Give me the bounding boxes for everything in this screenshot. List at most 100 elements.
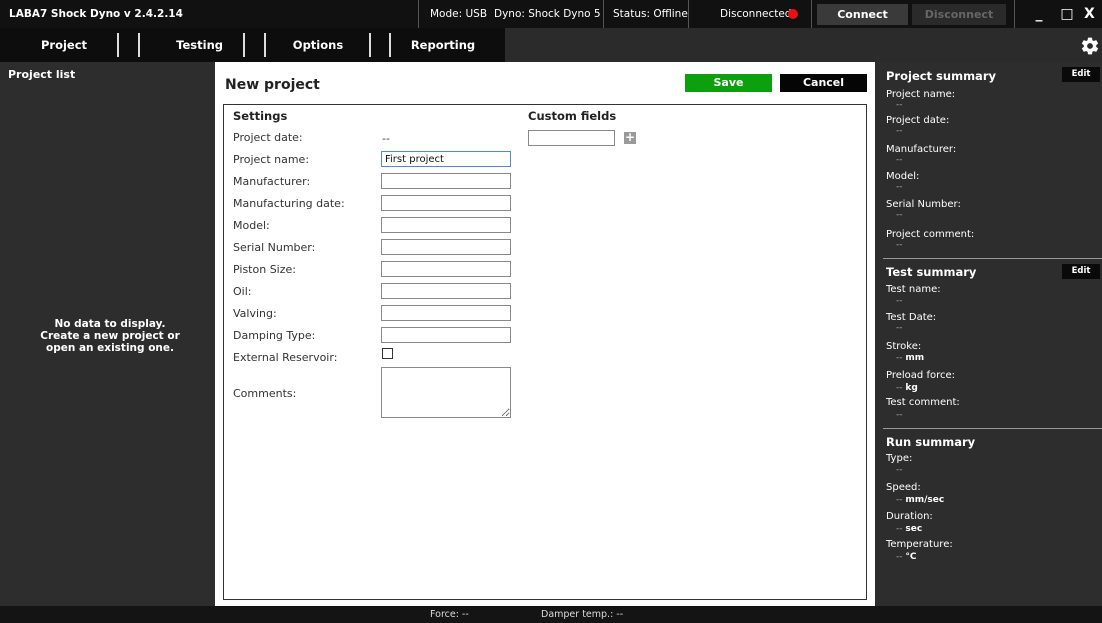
project-date-label: Project date: xyxy=(233,131,303,144)
maximize-button[interactable]: □ xyxy=(1056,2,1078,26)
tab-reporting[interactable]: Reporting xyxy=(393,28,493,62)
gear-icon[interactable] xyxy=(1080,36,1100,56)
summary-temperature-label: Temperature: xyxy=(886,539,953,550)
titlebar-divider xyxy=(418,0,419,28)
duration-value: -- xyxy=(896,524,903,534)
external-reservoir-checkbox[interactable] xyxy=(382,348,393,359)
model-label: Model: xyxy=(233,219,270,232)
damper-temp-readout: Damper temp.: -- xyxy=(541,609,624,620)
force-readout: Force: -- xyxy=(430,609,469,620)
summary-temperature-value: -- °C xyxy=(896,552,916,562)
preload-force-value: -- xyxy=(896,383,903,393)
manufacturing-date-input[interactable] xyxy=(381,195,511,211)
tab-testing[interactable]: Testing xyxy=(143,28,235,62)
temperature-value: -- xyxy=(896,552,903,562)
summary-speed-label: Speed: xyxy=(886,482,921,493)
project-summary-title: Project summary xyxy=(886,69,996,83)
nav-divider xyxy=(369,33,371,57)
external-reservoir-label: External Reservoir: xyxy=(233,351,338,364)
add-field-plus-icon[interactable]: + xyxy=(624,131,636,144)
model-input[interactable] xyxy=(381,217,511,233)
connect-button[interactable]: Connect xyxy=(817,4,908,25)
summary-project-comment-value: -- xyxy=(896,240,903,250)
valving-label: Valving: xyxy=(233,307,277,320)
summary-test-name-label: Test name: xyxy=(886,284,941,295)
run-summary-title: Run summary xyxy=(886,435,976,449)
edit-project-button[interactable]: Edit xyxy=(1062,67,1100,82)
comments-label: Comments: xyxy=(233,387,297,400)
summary-manufacturer-value: -- xyxy=(896,155,903,165)
test-summary-title: Test summary xyxy=(886,265,977,279)
valving-input[interactable] xyxy=(381,305,511,321)
disconnect-button[interactable]: Disconnect xyxy=(912,4,1006,25)
page-title: New project xyxy=(225,77,320,93)
summary-duration-value: -- sec xyxy=(896,524,922,534)
summary-project-comment-label: Project comment: xyxy=(886,229,975,240)
tab-project[interactable]: Project xyxy=(14,28,114,62)
serial-number-label: Serial Number: xyxy=(233,241,316,254)
app-title: LABA7 Shock Dyno v 2.4.2.14 xyxy=(9,8,183,20)
piston-size-label: Piston Size: xyxy=(233,263,296,276)
titlebar-divider xyxy=(688,0,689,28)
manufacturing-date-label: Manufacturing date: xyxy=(233,197,345,210)
preload-force-unit: kg xyxy=(905,383,918,393)
save-button[interactable]: Save xyxy=(685,74,772,92)
speed-unit: mm/sec xyxy=(905,495,945,505)
project-name-label: Project name: xyxy=(233,153,310,166)
nav-bar-filler xyxy=(505,28,1102,62)
summary-duration-label: Duration: xyxy=(886,511,933,522)
title-bar: LABA7 Shock Dyno v 2.4.2.14 Mode: USB Dy… xyxy=(0,0,1102,28)
serial-number-input[interactable] xyxy=(381,239,511,255)
manufacturer-label: Manufacturer: xyxy=(233,175,311,188)
summary-test-comment-label: Test comment: xyxy=(886,397,960,408)
summary-project-name-label: Project name: xyxy=(886,89,956,100)
oil-input[interactable] xyxy=(381,283,511,299)
summary-serial-number-value: -- xyxy=(896,210,903,220)
summary-test-name-value: -- xyxy=(896,296,903,306)
custom-field-input[interactable] xyxy=(528,130,615,146)
nav-divider xyxy=(264,33,266,57)
summary-project-date-value: -- xyxy=(896,126,903,136)
damping-type-label: Damping Type: xyxy=(233,329,316,342)
status-dot-icon xyxy=(788,9,798,19)
summary-test-date-value: -- xyxy=(896,323,903,333)
stroke-unit: mm xyxy=(905,353,925,363)
piston-size-input[interactable] xyxy=(381,261,511,277)
status-indicator: Status: Offline xyxy=(613,8,688,20)
summary-divider xyxy=(883,428,1102,429)
summary-test-comment-value: -- xyxy=(896,410,903,420)
summary-panel: Project summary Edit Project name: -- Pr… xyxy=(875,62,1102,606)
project-name-input[interactable] xyxy=(381,151,511,167)
tab-options[interactable]: Options xyxy=(268,28,368,62)
close-button[interactable]: X xyxy=(1084,2,1102,26)
summary-model-value: -- xyxy=(896,182,903,192)
project-list-panel: Project list No data to display. Create … xyxy=(0,62,215,606)
summary-project-date-label: Project date: xyxy=(886,115,950,126)
summary-preload-force-label: Preload force: xyxy=(886,370,955,381)
minimize-button[interactable]: _ xyxy=(1028,2,1050,26)
summary-divider xyxy=(883,258,1102,259)
summary-model-label: Model: xyxy=(886,171,920,182)
temperature-unit: °C xyxy=(905,552,917,562)
oil-label: Oil: xyxy=(233,285,252,298)
custom-fields-section-title: Custom fields xyxy=(528,109,617,123)
project-form: Settings Custom fields Project date: -- … xyxy=(223,104,867,600)
summary-manufacturer-label: Manufacturer: xyxy=(886,144,957,155)
damping-type-input[interactable] xyxy=(381,327,511,343)
summary-stroke-label: Stroke: xyxy=(886,341,922,352)
comments-textarea[interactable] xyxy=(381,367,511,418)
empty-state-message: No data to display. Create a new project… xyxy=(40,318,180,354)
project-date-value: -- xyxy=(382,132,390,145)
nav-divider xyxy=(243,33,245,57)
summary-test-date-label: Test Date: xyxy=(886,312,937,323)
edit-test-button[interactable]: Edit xyxy=(1062,264,1100,279)
cancel-button[interactable]: Cancel xyxy=(780,74,867,92)
speed-value: -- xyxy=(896,495,903,505)
manufacturer-input[interactable] xyxy=(381,173,511,189)
summary-speed-value: -- mm/sec xyxy=(896,495,944,505)
nav-divider xyxy=(117,33,119,57)
stroke-value: -- xyxy=(896,353,903,363)
status-bar: Force: -- Damper temp.: -- xyxy=(0,606,1102,623)
connection-status: Disconnected xyxy=(720,8,792,20)
summary-type-value: -- xyxy=(896,465,903,475)
